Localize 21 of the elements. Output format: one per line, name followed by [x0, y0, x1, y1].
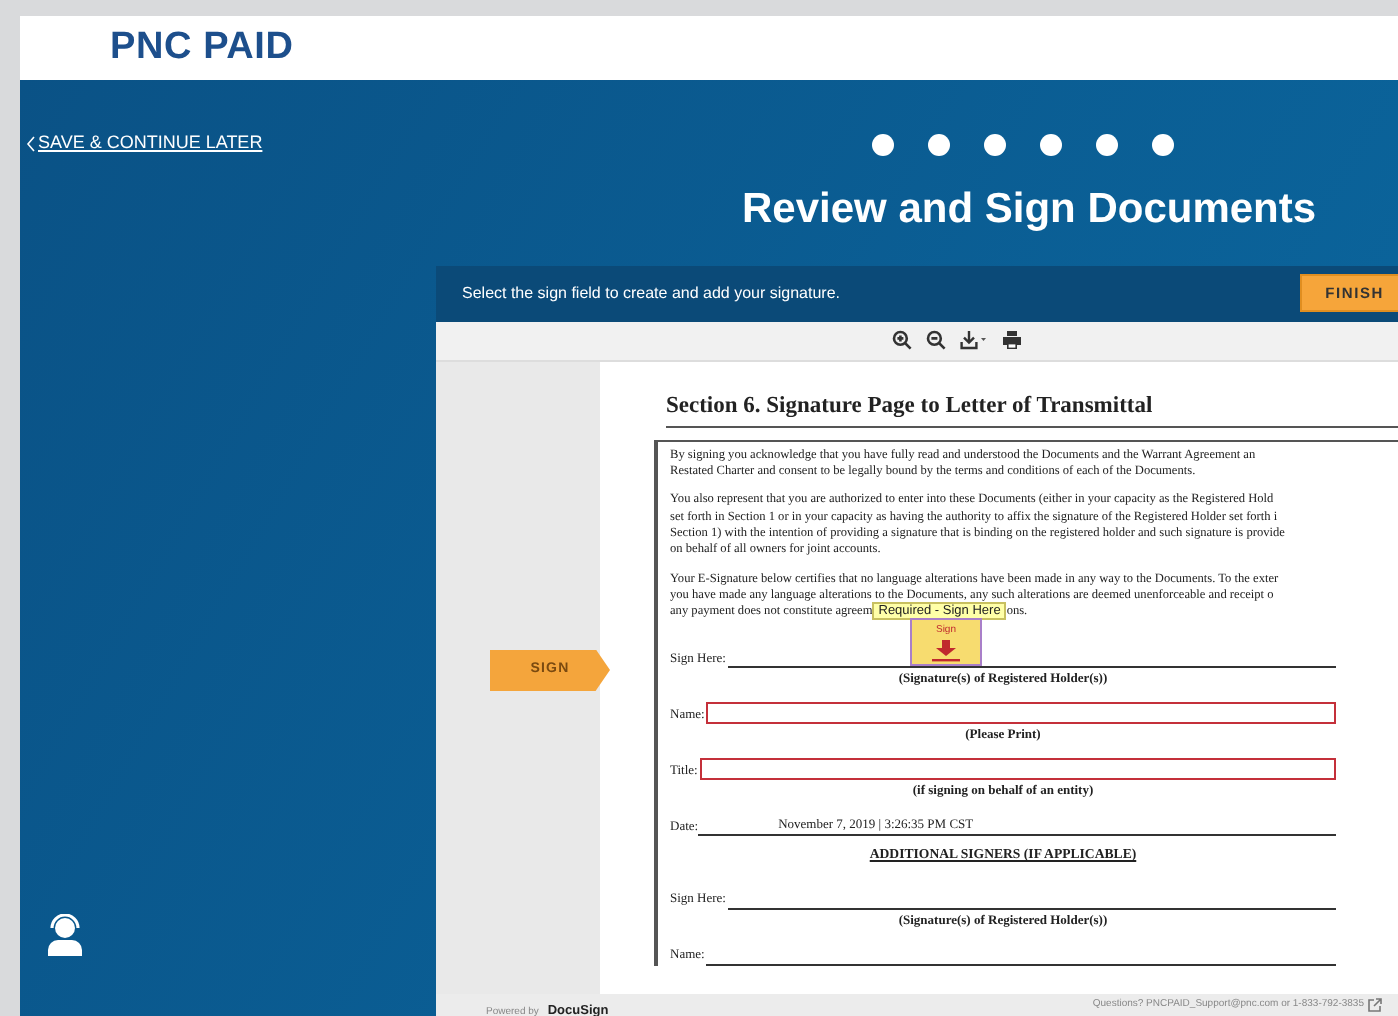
progress-dot — [1096, 134, 1118, 156]
down-arrow-icon — [932, 639, 960, 662]
progress-dot — [1152, 134, 1174, 156]
progress-dot — [1040, 134, 1062, 156]
progress-dot — [928, 134, 950, 156]
chevron-left-icon — [26, 136, 36, 152]
instruction-text: Select the sign field to create and add your signature. — [462, 281, 841, 305]
zoom-out-icon[interactable] — [926, 330, 946, 350]
headset-user-icon[interactable] — [44, 914, 86, 956]
page-title: Review and Sign Documents — [742, 184, 1319, 236]
input-field[interactable] — [699, 758, 1336, 781]
progress-dot — [872, 134, 894, 156]
progress-dot — [984, 134, 1006, 156]
input-field[interactable] — [706, 702, 1336, 725]
external-link-icon[interactable] — [1368, 998, 1382, 1012]
zoom-in-icon[interactable] — [892, 330, 912, 350]
logo: PNC PAID — [110, 23, 294, 72]
print-icon[interactable] — [1002, 330, 1022, 350]
save-link[interactable]: SAVE & CONTINUE LATER — [26, 130, 263, 158]
document-heading: Section 6. Signature Page to Letter of Transmittal — [666, 389, 1398, 428]
download-icon[interactable] — [960, 330, 988, 350]
